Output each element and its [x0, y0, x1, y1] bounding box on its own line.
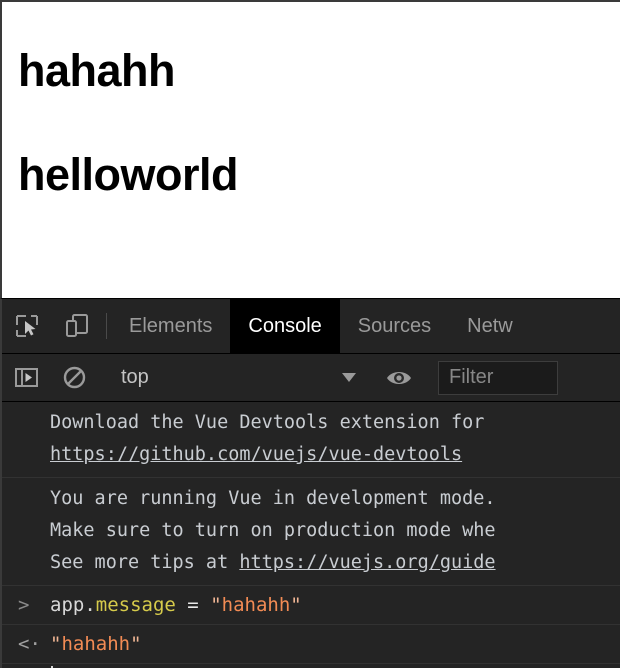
expression-dot: .: [84, 594, 96, 616]
console-sidebar-toggle-icon: [14, 365, 39, 390]
tab-network[interactable]: Netw: [449, 299, 531, 353]
output-string: hahahh: [61, 633, 131, 655]
expression-quote-close: ": [290, 594, 302, 616]
console-message-line: See more tips at https://vuejs.org/guide: [2, 547, 620, 579]
console-output-row[interactable]: <· "hahahh": [2, 625, 620, 664]
tab-sources-label: Sources: [357, 314, 432, 337]
console-message-line: https://github.com/vuejs/vue-devtools: [2, 439, 620, 471]
expression-operator: =: [175, 594, 211, 616]
screenshot-root: hahahh helloworld Elements Console Sourc…: [0, 0, 620, 668]
output-quote-close: ": [130, 633, 142, 655]
console-output-value: "hahahh": [2, 629, 620, 659]
clear-console-icon: [62, 365, 87, 390]
vue-devtools-link[interactable]: https://github.com/vuejs/vue-devtools: [50, 444, 462, 465]
page-heading-message: hahahh: [18, 45, 176, 96]
expression-string: hahahh: [221, 594, 291, 616]
console-prompt-row[interactable]: [2, 664, 620, 668]
expression-quote-open: ": [210, 594, 222, 616]
console-message-text: See more tips at: [50, 552, 240, 573]
console-message-list[interactable]: Download the Vue Devtools extension for …: [2, 402, 620, 668]
inspect-element-icon: [14, 313, 40, 339]
chevron-down-icon: [342, 373, 356, 382]
vue-guide-link[interactable]: https://vuejs.org/guide: [239, 552, 495, 573]
input-chevron-icon: >: [18, 594, 30, 616]
tab-elements[interactable]: Elements: [111, 299, 230, 353]
tab-console[interactable]: Console: [230, 299, 340, 353]
devtools-tabbar: Elements Console Sources Netw: [2, 299, 620, 354]
output-chevron-icon: <·: [18, 633, 41, 655]
execution-context-label: top: [121, 366, 149, 388]
console-message-line: Make sure to turn on production mode whe: [50, 520, 496, 541]
console-input-row[interactable]: > app.message = "hahahh": [2, 586, 620, 625]
console-message-row[interactable]: You are running Vue in development mode.…: [2, 478, 620, 586]
create-live-expression-icon: [385, 367, 413, 389]
console-sidebar-toggle-button[interactable]: [2, 365, 50, 390]
tab-sources[interactable]: Sources: [340, 299, 449, 353]
device-toolbar-icon: [64, 313, 90, 339]
page-heading-static: helloworld: [18, 149, 239, 200]
page-viewport: hahahh helloworld: [0, 0, 620, 298]
console-toolbar: top Filter: [2, 354, 620, 402]
expression-property: message: [95, 594, 176, 616]
clear-console-button[interactable]: [50, 365, 98, 390]
inspect-element-button[interactable]: [2, 299, 52, 353]
execution-context-select[interactable]: top: [111, 360, 366, 396]
devtools-panel: Elements Console Sources Netw top Filter…: [0, 298, 620, 668]
tab-console-label: Console: [248, 314, 322, 337]
tab-elements-label: Elements: [129, 314, 213, 337]
console-message-row[interactable]: Download the Vue Devtools extension for …: [2, 402, 620, 478]
live-expression-button[interactable]: [375, 367, 423, 389]
tab-network-label: Netw: [467, 314, 513, 337]
console-input-expression: app.message = "hahahh": [2, 590, 620, 620]
toolbar-divider: [106, 313, 107, 339]
console-message-line: You are running Vue in development mode.: [50, 488, 496, 509]
device-toolbar-button[interactable]: [52, 299, 102, 353]
expression-object: app: [50, 594, 85, 616]
console-message-line: Download the Vue Devtools extension for: [50, 412, 485, 433]
filter-input[interactable]: Filter: [438, 360, 558, 395]
filter-placeholder-label: Filter: [449, 366, 494, 388]
output-quote-open: ": [50, 633, 62, 655]
